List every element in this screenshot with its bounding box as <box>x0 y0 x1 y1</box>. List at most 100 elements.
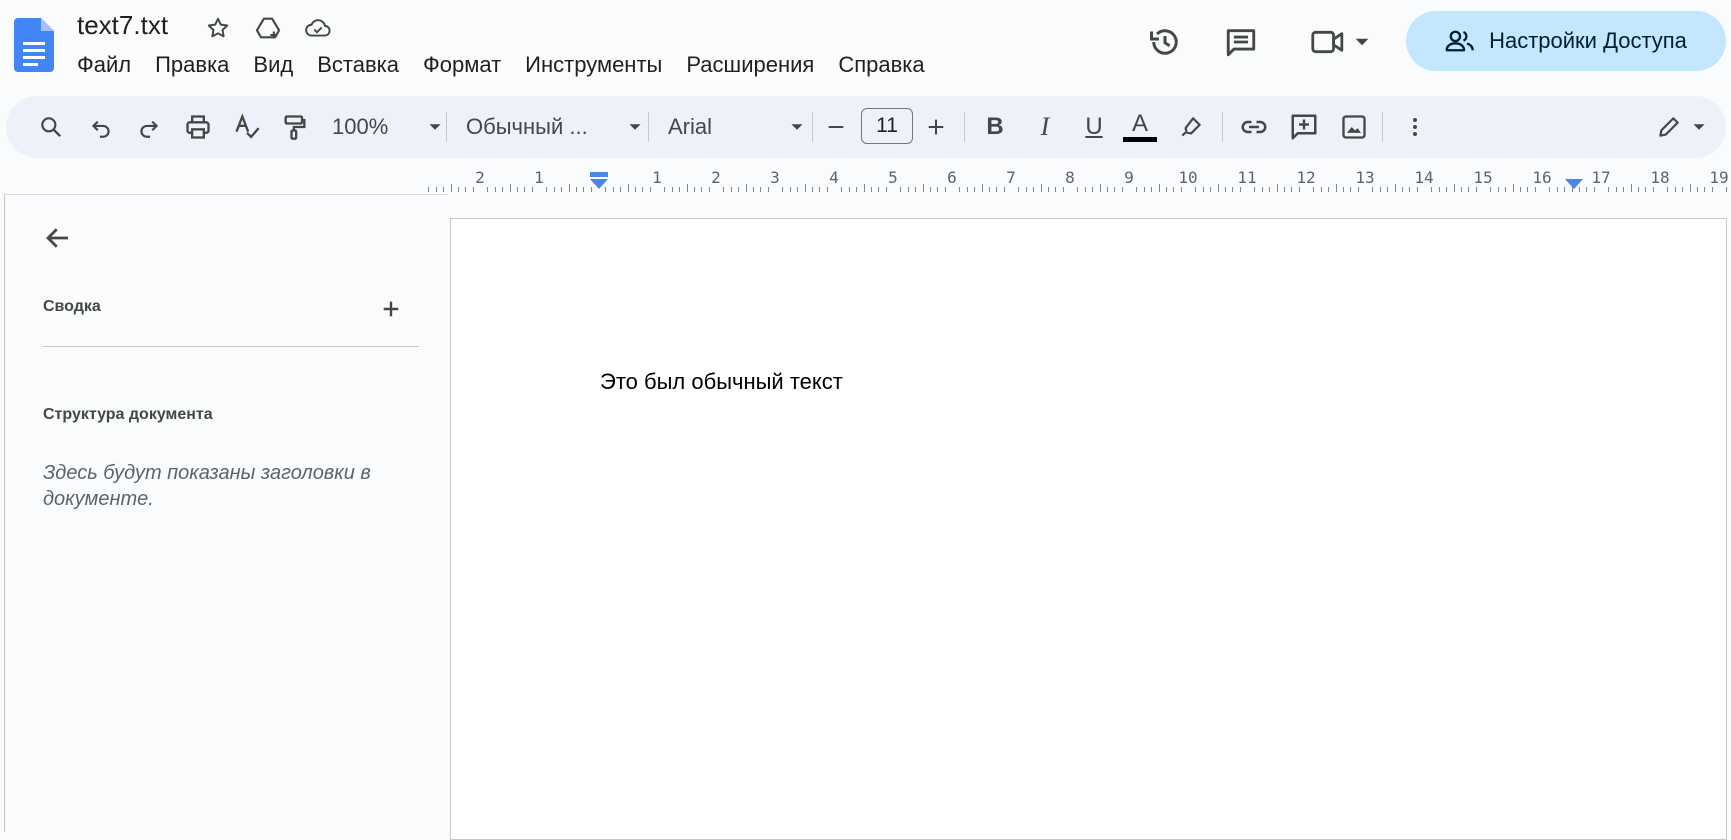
ruler-tick <box>1313 187 1314 192</box>
star-icon[interactable] <box>204 14 232 42</box>
menu-format[interactable]: Формат <box>411 50 513 80</box>
chevron-down-icon <box>1693 124 1705 130</box>
bold-button[interactable]: B <box>976 108 1014 146</box>
search-menus-button[interactable] <box>32 108 70 146</box>
ruler-tick <box>1218 184 1219 192</box>
ruler-tick <box>1041 184 1042 192</box>
ruler-tick <box>664 187 665 192</box>
ruler-tick <box>1675 187 1676 192</box>
add-comment-button[interactable] <box>1284 108 1324 146</box>
comments-button[interactable] <box>1217 18 1265 66</box>
menu-edit[interactable]: Правка <box>143 50 241 80</box>
comments-icon <box>1226 29 1256 57</box>
document-body-text[interactable]: Это был обычный текст <box>600 369 843 395</box>
meet-button[interactable] <box>1300 18 1380 66</box>
ruler-tick <box>1726 187 1727 192</box>
ruler-tick <box>701 187 702 192</box>
ruler-tick <box>1461 187 1462 192</box>
ruler-tick <box>1166 187 1167 192</box>
ruler-tick <box>1173 187 1174 192</box>
ruler-tick <box>945 187 946 192</box>
undo-button[interactable] <box>82 108 120 146</box>
ruler-tick <box>1372 187 1373 192</box>
ruler-tick <box>1505 187 1506 192</box>
spellcheck-button[interactable] <box>228 108 266 146</box>
italic-button[interactable]: I <box>1026 108 1064 146</box>
ruler-tick <box>1527 187 1528 192</box>
more-options-button[interactable] <box>1396 108 1434 146</box>
add-comment-icon <box>1291 114 1317 140</box>
menu-extensions[interactable]: Расширения <box>674 50 826 80</box>
ruler-tick <box>760 187 761 192</box>
ruler-tick <box>561 187 562 192</box>
chevron-down-icon <box>791 124 803 130</box>
ruler-tick <box>1402 187 1403 192</box>
ruler-tick <box>1055 187 1056 192</box>
editing-mode-button[interactable] <box>1646 108 1716 146</box>
insert-image-button[interactable] <box>1334 108 1374 146</box>
ruler-tick <box>790 187 791 192</box>
underline-button[interactable]: U <box>1075 108 1113 146</box>
people-icon <box>1445 30 1474 52</box>
share-label: Настройки Доступа <box>1489 28 1687 53</box>
ruler-tick <box>923 184 924 192</box>
ruler-tick <box>1712 187 1713 192</box>
ruler-tick <box>967 187 968 192</box>
text-color-button[interactable]: A <box>1118 108 1162 146</box>
ruler-tick <box>1299 187 1300 192</box>
horizontal-ruler[interactable]: 2 1 1 2 3 4 5 6 7 8 9 10 11 12 13 14 15 … <box>428 166 1731 194</box>
close-outline-button[interactable] <box>40 220 76 256</box>
ruler-tick <box>1077 187 1078 192</box>
ruler-tick <box>1697 187 1698 192</box>
ruler-tick <box>1291 187 1292 192</box>
font-size-input[interactable]: 11 <box>861 108 913 144</box>
paragraph-style-select[interactable]: Обычный ... <box>460 108 648 146</box>
ruler-tick <box>1262 187 1263 192</box>
ruler-tick <box>1623 187 1624 192</box>
ruler-tick <box>694 187 695 192</box>
decrease-font-size-button[interactable] <box>818 108 854 146</box>
history-icon <box>1150 29 1178 55</box>
menu-help[interactable]: Справка <box>826 50 936 80</box>
ruler-tick <box>1159 184 1160 192</box>
ruler-tick <box>554 187 555 192</box>
pencil-icon <box>1659 117 1679 137</box>
summary-heading: Сводка <box>43 298 101 315</box>
menu-tools[interactable]: Инструменты <box>513 50 674 80</box>
ruler-tick <box>1594 187 1595 192</box>
zoom-select[interactable]: 100% <box>326 108 448 146</box>
ruler-tick <box>746 184 747 192</box>
version-history-button[interactable] <box>1141 18 1189 66</box>
redo-button[interactable] <box>130 108 168 146</box>
ruler-tick <box>1026 187 1027 192</box>
arrow-back-icon <box>46 228 68 248</box>
google-docs-logo[interactable] <box>14 18 54 72</box>
ruler-tick <box>871 187 872 192</box>
highlight-color-button[interactable] <box>1172 108 1210 146</box>
add-summary-button[interactable] <box>378 296 404 322</box>
share-button[interactable]: Настройки Доступа <box>1406 11 1726 71</box>
print-button[interactable] <box>179 108 217 146</box>
ruler-tick <box>930 187 931 192</box>
ruler-number: 7 <box>1006 168 1016 187</box>
insert-link-button[interactable] <box>1234 108 1274 146</box>
ruler-tick <box>620 187 621 192</box>
right-indent-marker[interactable] <box>1564 178 1584 190</box>
document-page[interactable]: Это был обычный текст <box>450 218 1727 840</box>
cloud-saved-icon[interactable] <box>304 14 332 42</box>
move-to-drive-icon[interactable] <box>254 14 282 42</box>
ruler-tick <box>613 187 614 192</box>
document-title[interactable]: text7.txt <box>77 10 168 41</box>
increase-font-size-button[interactable] <box>918 108 954 146</box>
menu-view[interactable]: Вид <box>241 50 305 80</box>
left-indent-marker[interactable] <box>589 172 609 190</box>
undo-icon <box>91 120 110 138</box>
ruler-tick <box>1144 187 1145 192</box>
paint-format-button[interactable] <box>276 108 314 146</box>
ruler-tick <box>451 184 452 192</box>
ruler-tick <box>1269 187 1270 192</box>
font-family-select[interactable]: Arial <box>662 108 810 146</box>
menu-file[interactable]: Файл <box>70 50 143 80</box>
redo-icon <box>140 120 159 138</box>
menu-insert[interactable]: Вставка <box>305 50 411 80</box>
